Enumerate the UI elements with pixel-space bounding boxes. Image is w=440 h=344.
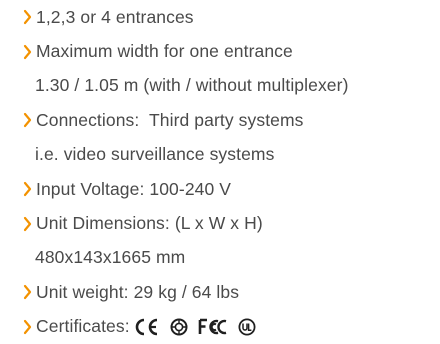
spec-text: Unit weight: 29 kg / 64 lbs [36, 281, 240, 302]
certificate-icons [134, 318, 266, 336]
spec-unit-dimensions-value: 480x143x1665 mm [0, 241, 185, 275]
chevron-right-icon [23, 284, 33, 300]
ce-mark-icon [134, 318, 160, 336]
spec-certificates: Certificates: [0, 310, 266, 344]
spec-entrances: 1,2,3 or 4 entrances [0, 0, 194, 34]
chevron-right-icon [23, 112, 33, 128]
chevron-right-icon [23, 44, 33, 60]
chevron-right-icon [23, 9, 33, 25]
spec-connections: Connections: Third party systems [0, 103, 304, 137]
chevron-right-icon [23, 216, 33, 232]
spec-input-voltage: Input Voltage: 100-240 V [0, 172, 231, 206]
spec-text: Certificates: [36, 316, 130, 337]
spec-max-width-value: 1.30 / 1.05 m (with / without multiplexe… [0, 69, 349, 103]
spec-max-width: Maximum width for one entrance [0, 34, 293, 68]
spec-unit-dimensions: Unit Dimensions: (L x W x H) [0, 206, 263, 240]
chevron-right-icon [23, 319, 33, 335]
spec-text: i.e. video surveillance systems [35, 144, 275, 165]
chevron-right-icon [23, 181, 33, 197]
ul-listed-icon [238, 318, 256, 336]
spec-text: Unit Dimensions: (L x W x H) [36, 213, 263, 234]
spec-text: Maximum width for one entrance [36, 41, 293, 62]
spec-text: 1.30 / 1.05 m (with / without multiplexe… [35, 75, 349, 96]
spec-text: 1,2,3 or 4 entrances [36, 6, 194, 27]
spec-text: Connections: Third party systems [36, 109, 304, 130]
weee-recycle-icon [170, 318, 188, 336]
fcc-logo-icon [198, 318, 228, 336]
spec-text: 480x143x1665 mm [35, 247, 186, 268]
specifications-list: 1,2,3 or 4 entrances Maximum width for o… [0, 0, 440, 344]
spec-connections-detail: i.e. video surveillance systems [0, 138, 274, 172]
spec-unit-weight: Unit weight: 29 kg / 64 lbs [0, 275, 239, 309]
spec-text: Input Voltage: 100-240 V [36, 178, 232, 199]
